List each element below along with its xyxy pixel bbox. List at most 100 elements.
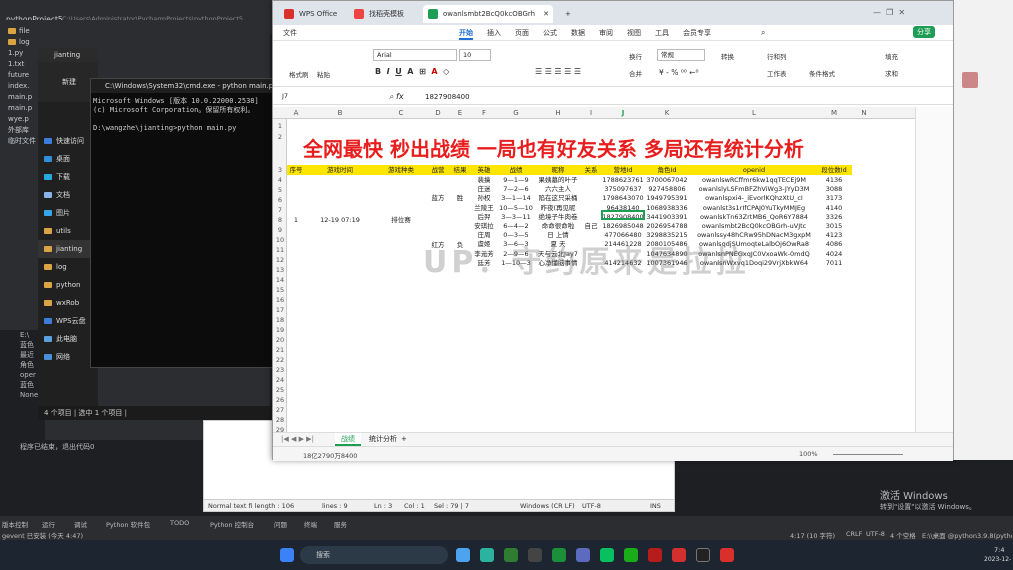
name-box[interactable]: J7 (279, 91, 375, 103)
app-icon[interactable] (504, 548, 518, 562)
row-number[interactable]: 5 (273, 186, 287, 194)
new-button[interactable]: 新建 (38, 62, 98, 102)
table-cell[interactable]: 927458806 (645, 185, 689, 193)
sum-button[interactable]: 求和 (885, 68, 898, 78)
row-number[interactable]: 12 (273, 256, 287, 264)
sheet-tab-analysis[interactable]: 统计分析 (365, 433, 401, 446)
table-cell[interactable]: owanlst3s1rIfCPAJ0YuTkyMMJEg (689, 204, 819, 212)
row-number[interactable]: 23 (273, 366, 287, 374)
table-cell[interactable]: 2026954788 (645, 222, 689, 230)
table-cell[interactable]: 庄迷 (471, 185, 497, 193)
zoom-level[interactable]: 100% (799, 450, 818, 458)
table-cell[interactable]: 4086 (819, 240, 849, 248)
table-cell[interactable]: 1949795391 (645, 194, 689, 202)
menu-insert[interactable]: 插入 (487, 28, 501, 38)
nav-this-pc[interactable]: 此电脑 (38, 330, 98, 348)
table-cell[interactable]: 3—1—14 (497, 194, 535, 202)
menu-formula[interactable]: 公式 (543, 28, 557, 38)
row-number[interactable]: 6 (273, 196, 287, 204)
conditional-format-button[interactable]: 条件格式 (809, 68, 835, 78)
row-number[interactable]: 17 (273, 306, 287, 314)
nav-network[interactable]: 网络 (38, 348, 98, 366)
table-cell[interactable]: owanlswRCffmr6kw1qqTECEj9M (689, 176, 819, 184)
row-number[interactable]: 8 (273, 216, 287, 224)
row-number[interactable]: 28 (273, 416, 287, 424)
row-number[interactable]: 18 (273, 316, 287, 324)
table-cell[interactable]: 3088 (819, 185, 849, 193)
table-cell[interactable]: 3173 (819, 194, 849, 202)
ide-tab[interactable]: 终端 (304, 519, 317, 529)
convert-button[interactable]: 转换 (721, 51, 734, 61)
nav-downloads[interactable]: 下载 (38, 168, 98, 186)
table-cell[interactable]: owanlsmbt2BcQ0kcOBGrh-uVJtc (689, 222, 819, 230)
nav-pictures[interactable]: 图片 (38, 204, 98, 222)
row-number[interactable]: 19 (273, 326, 287, 334)
explorer-icon[interactable] (456, 548, 470, 562)
avatar[interactable] (962, 72, 978, 88)
zoom-slider[interactable] (833, 454, 903, 455)
table-cell[interactable]: 绝境子牛肉卷 (535, 213, 581, 221)
number-format-icons[interactable]: ¥ - % ⁰⁰ ←⁰ (659, 68, 698, 77)
row-number[interactable]: 2 (273, 133, 287, 141)
edge-icon[interactable] (480, 548, 494, 562)
row-number[interactable]: 24 (273, 376, 287, 384)
row-number[interactable]: 13 (273, 266, 287, 274)
table-cell[interactable]: 10—5—10 (497, 204, 535, 212)
align-icons[interactable]: ☰ ☰ ☰ ☰ ☰ (535, 67, 581, 76)
row-number[interactable]: 7 (273, 206, 287, 214)
clock-time[interactable]: 7:4 (994, 546, 1004, 554)
table-cell[interactable]: 果姨墓的叶子 (535, 176, 581, 184)
table-cell[interactable]: owanlspxi4-_iEvorlKQhzXtU_cI (689, 194, 819, 202)
share-button[interactable]: 分享 (913, 26, 935, 38)
app-icon[interactable] (576, 548, 590, 562)
table-cell[interactable]: 陷在这只采桶 (535, 194, 581, 202)
row-number[interactable]: 25 (273, 386, 287, 394)
menu-file[interactable]: 文件 (283, 28, 297, 38)
table-cell[interactable]: 9—1—9 (497, 176, 535, 184)
row-number[interactable]: 14 (273, 276, 287, 284)
row-number[interactable]: 16 (273, 296, 287, 304)
record-icon[interactable] (672, 548, 686, 562)
tab-template[interactable]: 找稻壳模板 (349, 5, 421, 23)
nav-utils[interactable]: utils (38, 222, 98, 240)
row-number[interactable]: 4 (273, 176, 287, 184)
row-number[interactable]: 26 (273, 396, 287, 404)
table-cell[interactable]: 1826985048 (601, 222, 645, 230)
app-icon[interactable] (648, 548, 662, 562)
worksheet-button[interactable]: 工作表 (767, 68, 787, 78)
ide-tab[interactable]: 问题 (274, 519, 287, 529)
table-cell[interactable]: 4024 (819, 250, 849, 258)
table-cell[interactable]: 后羿 (471, 213, 497, 221)
tree-item[interactable]: log (0, 37, 270, 48)
table-cell[interactable]: 1788623761 (601, 176, 645, 184)
number-format-select[interactable]: 常规 (657, 49, 705, 61)
row-col-button[interactable]: 行和列 (767, 51, 787, 61)
ide-tab[interactable]: TODO (170, 519, 189, 527)
window-controls[interactable]: — ❐ ✕ (873, 8, 905, 17)
nav-wps-cloud[interactable]: WPS云盘 (38, 312, 98, 330)
table-cell[interactable]: 7—2—6 (497, 185, 535, 193)
row-number[interactable]: 1 (273, 122, 287, 130)
menu-view[interactable]: 视图 (627, 28, 641, 38)
menu-data[interactable]: 数据 (571, 28, 585, 38)
table-cell[interactable]: 375097637 (601, 185, 645, 193)
table-cell[interactable]: owanlslyLSFmBFZhViWg3-JYyD3M (689, 185, 819, 193)
row-number[interactable]: 10 (273, 236, 287, 244)
search-box[interactable]: 搜索 (300, 546, 448, 564)
table-cell[interactable]: owanlskTn63ZrtMB6_QoR6Y7884 (689, 213, 819, 221)
fill-button[interactable]: 填充 (885, 51, 898, 61)
sheet-nav-icons[interactable]: |◀ ◀ ▶ ▶| (281, 435, 314, 443)
row-number[interactable]: 11 (273, 246, 287, 254)
table-cell[interactable]: 4140 (819, 204, 849, 212)
app-icon[interactable] (624, 548, 638, 562)
menu-page[interactable]: 页面 (515, 28, 529, 38)
table-cell[interactable]: 昨夜(再见昵 (535, 204, 581, 212)
row-number[interactable]: 9 (273, 226, 287, 234)
table-cell[interactable]: 兰陵王 (471, 204, 497, 212)
menu-member[interactable]: 会员专享 (683, 28, 711, 38)
ide-tab[interactable]: Python 控制台 (210, 519, 254, 529)
row-number[interactable]: 15 (273, 286, 287, 294)
new-tab-button[interactable]: + (559, 5, 579, 23)
paste-button[interactable]: 粘贴 (317, 69, 330, 79)
pycharm-icon[interactable] (528, 548, 542, 562)
